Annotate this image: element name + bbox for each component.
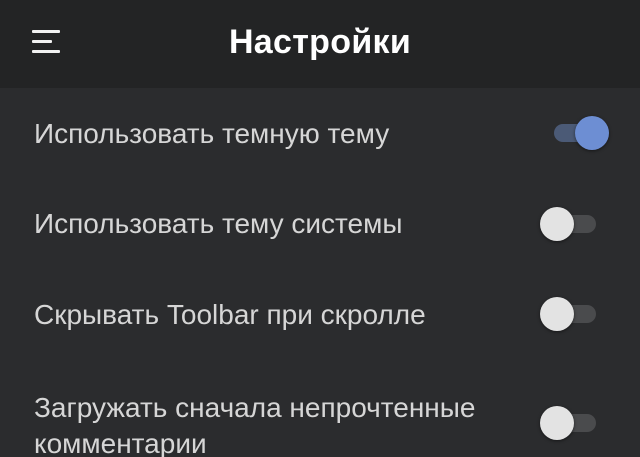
toggle-thumb bbox=[540, 297, 574, 331]
setting-label: Скрывать Toolbar при скролле bbox=[34, 299, 426, 330]
setting-row-dark-theme[interactable]: Использовать темную тему bbox=[0, 88, 640, 180]
setting-row-system-theme[interactable]: Использовать тему системы bbox=[0, 180, 640, 270]
settings-screen: Настройки Использовать темную тему Испол… bbox=[0, 0, 640, 457]
setting-label: Загружать сначала непрочтенные комментар… bbox=[34, 392, 476, 457]
setting-row-unread-comments[interactable]: Загружать сначала непрочтенные комментар… bbox=[0, 360, 640, 457]
setting-row-hide-toolbar[interactable]: Скрывать Toolbar при скролле bbox=[0, 270, 640, 360]
toggle-thumb bbox=[540, 207, 574, 241]
top-app-bar: Настройки bbox=[0, 0, 640, 88]
system-theme-toggle[interactable] bbox=[540, 204, 610, 244]
dark-theme-toggle[interactable] bbox=[540, 113, 610, 153]
unread-comments-toggle[interactable] bbox=[540, 403, 610, 443]
toggle-thumb bbox=[575, 116, 609, 150]
setting-label: Использовать тему системы bbox=[34, 208, 403, 239]
setting-label: Использовать темную тему bbox=[34, 118, 390, 149]
page-title: Настройки bbox=[228, 23, 412, 61]
hide-toolbar-toggle[interactable] bbox=[540, 294, 610, 334]
toggle-thumb bbox=[540, 406, 574, 440]
